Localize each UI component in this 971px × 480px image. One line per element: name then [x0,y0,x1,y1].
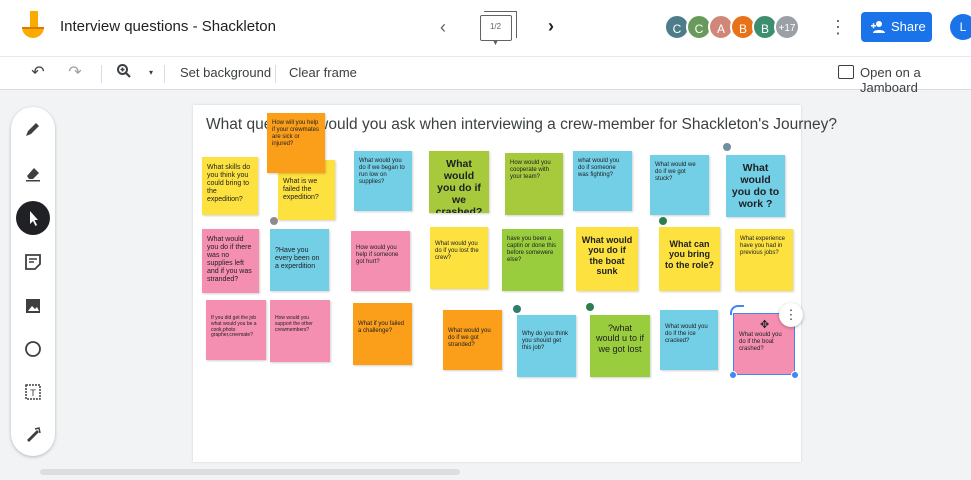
pen-icon[interactable] [23,119,43,139]
frame-bar-toggle[interactable]: 1/2 [480,11,517,41]
set-background-button[interactable]: Set background [180,65,271,80]
collaborator-cursor-marker [513,305,521,313]
chevron-down-icon: ▼ [492,40,499,47]
obscured-footer-text [40,469,460,475]
share-label: Share [891,19,926,34]
frame-counter: 1/2 [489,22,502,31]
text-box-icon[interactable]: T [23,382,43,402]
sticky-note[interactable]: How would you help if someone got hurt? [351,231,410,291]
sticky-note[interactable]: have you been a captin or done this befo… [502,229,563,291]
resize-handle[interactable] [729,371,737,379]
sticky-note[interactable]: What would you do if we got stranded? [443,310,502,370]
jamboard-logo[interactable] [16,11,46,45]
more-collaborators-badge[interactable]: +17 [774,14,800,40]
image-icon[interactable] [23,296,43,316]
sticky-note[interactable]: If you did get the job what would you be… [206,300,266,360]
redo-icon[interactable]: ↷ [65,63,85,83]
collaborator-cursor-marker [723,143,731,151]
sticky-note[interactable]: How will you help if your crewmates are … [267,113,325,173]
sticky-note[interactable]: What would you do if there was no suppli… [202,229,259,293]
sticky-note[interactable]: What would you do to work ? [726,155,785,217]
sticky-note[interactable]: What skills do you think you could bring… [202,157,258,215]
whiteboard-frame[interactable]: What questions would you ask when interv… [193,105,837,462]
collaborator-cursor-marker [270,217,278,225]
zoom-dropdown-icon[interactable]: ▾ [141,63,161,83]
sticky-note[interactable]: ?what would u to if we got lost [590,315,650,377]
zoom-icon[interactable] [114,63,134,83]
move-cursor-icon: ✥ [760,319,770,331]
clear-frame-button[interactable]: Clear frame [289,65,357,80]
note-options-button[interactable]: ⋮ [779,303,803,327]
sticky-note[interactable]: What can you bring to the role? [659,227,720,291]
sticky-note[interactable]: How would you cooperate with your team? [505,153,563,215]
collaborator-cursor-marker [586,303,594,311]
add-person-icon [871,21,885,33]
laser-pointer-icon[interactable] [23,425,43,445]
sticky-note[interactable]: What would you do if the ice cracked? [660,310,718,370]
sticky-note[interactable]: ?Have you every been on a experdition [270,229,329,291]
toolbar-divider [164,65,165,83]
toolbar-divider [101,65,102,83]
sticky-note[interactable]: What would you do if we crashed? [429,151,489,213]
tool-palette: T [11,107,55,456]
sticky-note[interactable]: What would you do if we began to run low… [354,151,412,211]
sticky-note[interactable]: What would you do if the boat sunk [576,227,638,291]
select-arrow-icon[interactable] [23,208,43,228]
sticky-note[interactable]: What if you failed a challenge? [353,303,412,365]
sticky-note[interactable]: What would we do if we got stuck? [650,155,709,215]
cast-icon [838,65,854,79]
eraser-icon[interactable] [23,163,43,183]
next-frame-button[interactable]: › [542,15,560,37]
sticky-note-icon[interactable] [23,252,43,272]
sticky-note[interactable]: What experience have you had in previous… [735,229,793,291]
sticky-note[interactable]: How would you support the other crewmemb… [270,300,330,362]
document-title[interactable]: Interview questions - Shackleton [60,18,276,35]
more-options-icon[interactable]: ⋮ [829,14,847,40]
open-on-jamboard-label: Open on a Jamboard [860,65,921,95]
collaborator-cursor-marker [659,217,667,225]
open-on-jamboard-button[interactable]: Open on a Jamboard [838,65,971,95]
sticky-note[interactable]: Why do you think you should get this job… [517,315,576,377]
share-button[interactable]: Share [861,12,932,42]
sticky-note[interactable]: what would you do if someone was fightin… [573,151,632,211]
sticky-note[interactable]: What would you do if you lost the crew? [430,227,488,289]
svg-text:T: T [29,389,36,399]
resize-handle[interactable] [791,371,799,379]
toolbar-divider [275,65,276,83]
jamboard-app: Interview questions - Shackleton ‹ 1/2 ▼… [0,0,971,480]
circle-shape-icon[interactable] [23,339,43,359]
rotate-handle-icon[interactable] [730,305,744,315]
previous-frame-button[interactable]: ‹ [434,16,452,38]
user-account-avatar[interactable]: L [950,14,971,40]
top-toolbar: ↶ ↷ ▾ Set background Clear frame Open on… [0,56,971,95]
bottom-strip [0,468,971,480]
app-header: Interview questions - Shackleton ‹ 1/2 ▼… [0,0,971,56]
undo-icon[interactable]: ↶ [28,63,48,83]
